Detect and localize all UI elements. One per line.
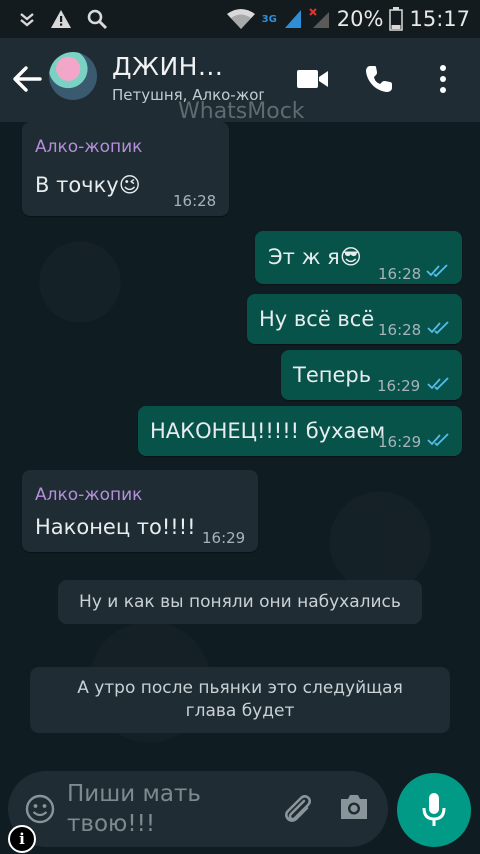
watermark: WhatsMock [178,99,305,124]
message-time: 16:28 [173,192,217,210]
message-incoming[interactable]: Алко-жопик В точку😉 16:28 [22,122,229,216]
attach-icon[interactable] [280,791,314,831]
video-call-icon[interactable] [297,68,329,94]
message-text: Наконец то!!!! [35,515,196,539]
search-icon [86,8,108,30]
chat-title[interactable]: ДЖИН... [112,52,223,81]
message-outgoing[interactable]: Эт ж я😎 16:28 [255,231,462,284]
message-time: 16:28 [378,321,422,339]
network-type-label: 3G [261,13,277,25]
back-arrow-icon[interactable] [10,62,44,96]
status-bar-left [18,0,108,38]
message-time: 16:29 [378,433,422,451]
wifi-icon [226,8,256,30]
message-text: В точку😉 [35,173,141,197]
system-message: Ну и как вы поняли они набухались [58,580,422,624]
emoji-icon[interactable] [24,793,56,829]
message-outgoing[interactable]: Теперь 16:29 [281,350,462,400]
signal-no-service-icon [309,8,331,30]
more-vert-icon[interactable] [438,64,448,98]
signal-icon [283,8,303,30]
message-text: Ну всё всё [259,307,375,331]
camera-icon[interactable] [338,793,370,825]
sunglasses-emoji: 😎 [339,245,362,269]
message-incoming[interactable]: Алко-жопик Наконец то!!!! 16:29 [22,470,258,552]
message-sender: Алко-жопик [35,485,143,505]
chat-header: ДЖИН... Петушня, Алко-жопик WhatsMock [0,38,480,124]
message-outgoing[interactable]: НАКОНЕЦ!!!!! бухаем 16:29 [138,406,462,456]
message-sender: Алко-жопик [35,137,143,157]
message-text: Эт ж я😎 [268,245,362,269]
battery-icon [389,7,404,31]
info-icon[interactable]: i [8,825,36,853]
clock: 15:17 [409,7,470,31]
battery-percent: 20% [336,7,384,31]
phone-icon[interactable] [364,64,394,98]
system-message: А утро после пьянки это следуйщая глава … [30,667,450,733]
read-ticks-icon [426,258,450,284]
mic-button[interactable] [397,773,471,847]
status-bar: 3G 20% 15:17 [0,0,480,38]
message-text: Теперь [293,363,372,387]
message-input-bar[interactable]: Пиши мать твою!!! [8,771,388,847]
group-avatar[interactable] [49,52,97,100]
warning-icon [50,9,72,29]
read-ticks-icon [427,315,451,341]
message-time: 16:28 [378,265,422,283]
status-bar-right: 3G 20% 15:17 [226,0,470,38]
system-message-text: Ну и как вы поняли они набухались [79,592,401,612]
message-time: 16:29 [202,529,246,547]
download-icon [18,10,36,28]
system-message-text: А утро после пьянки это следуйщая глава … [77,678,403,721]
mic-icon [422,793,446,826]
read-ticks-icon [427,371,451,397]
message-text: НАКОНЕЦ!!!!! бухаем [150,419,386,443]
wink-emoji: 😉 [118,173,141,197]
read-ticks-icon [427,427,451,453]
message-input[interactable]: Пиши мать твою!!! [67,779,267,839]
message-outgoing[interactable]: Ну всё всё 16:28 [247,294,462,344]
message-time: 16:29 [377,377,421,395]
